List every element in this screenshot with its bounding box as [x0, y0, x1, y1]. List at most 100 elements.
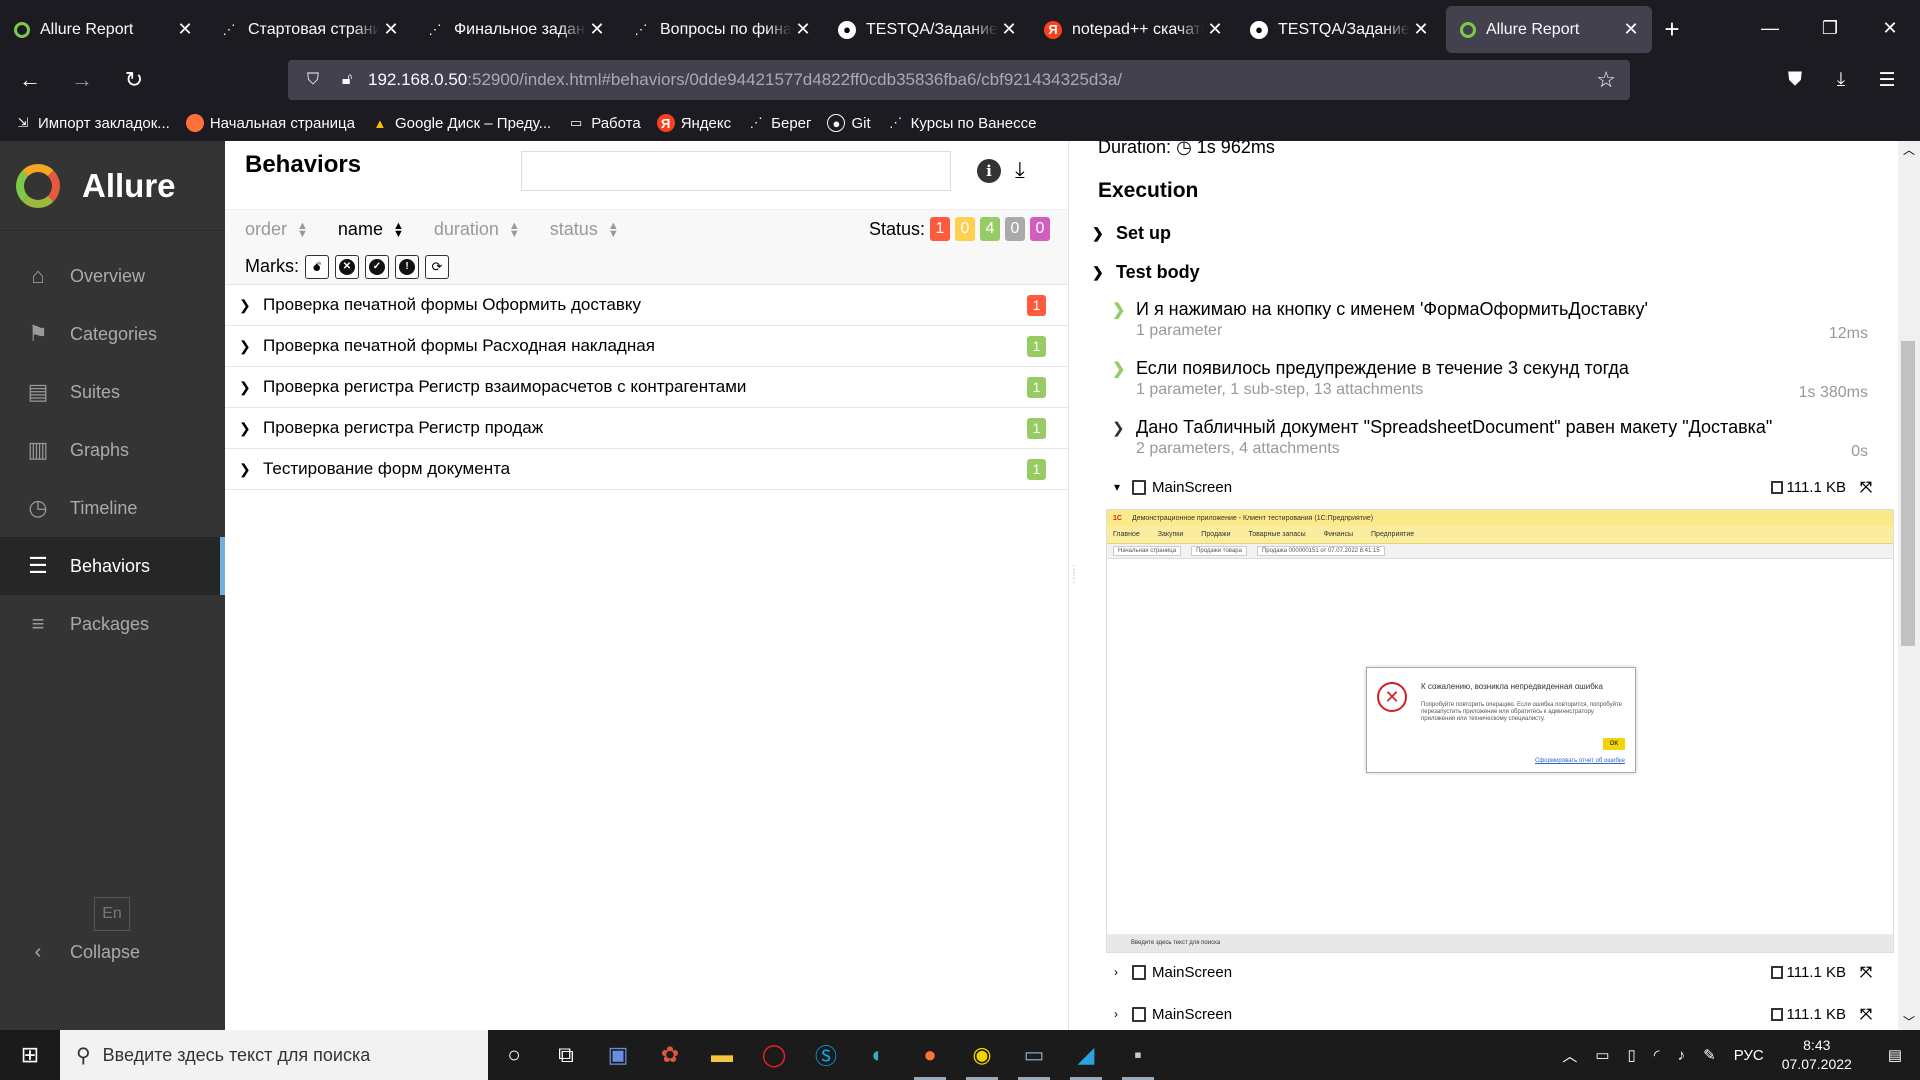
language-switch[interactable]: En: [94, 897, 130, 931]
input-language[interactable]: РУС: [1734, 1047, 1764, 1064]
skype-icon[interactable]: Ⓢ: [800, 1030, 852, 1080]
status-broken-badge[interactable]: 0: [955, 217, 975, 241]
sidebar-item-suites[interactable]: ▤ Suites: [0, 363, 225, 421]
attachment-item[interactable]: › MainScreen 111.1 KB ⤧: [1114, 959, 1886, 985]
close-tab-icon[interactable]: ✕: [1620, 19, 1642, 40]
sidebar-item-graphs[interactable]: ▥ Graphs: [0, 421, 225, 479]
step-item[interactable]: ❯ И я нажимаю на кнопку с именем 'ФормаОф…: [1112, 299, 1868, 342]
bookmark-item[interactable]: Я Яндекс: [656, 114, 731, 132]
battery-icon[interactable]: ▭: [1595, 1046, 1609, 1064]
browser-tab[interactable]: ⋰Стартовая страница✕: [206, 6, 412, 53]
new-tab-button[interactable]: +: [1652, 6, 1692, 53]
check-circle-mark-icon[interactable]: ✓: [365, 254, 389, 279]
downloads-icon[interactable]: ⤓: [1818, 56, 1864, 104]
app-icon[interactable]: ▣: [592, 1030, 644, 1080]
notifications-icon[interactable]: ▤: [1888, 1046, 1902, 1064]
tree-row[interactable]: ❯ Тестирование форм документа 1: [225, 449, 1068, 490]
tree-row[interactable]: ❯ Проверка печатной формы Оформить достав…: [225, 285, 1068, 326]
detail-scrollbar[interactable]: ︿ ﹀: [1898, 141, 1920, 1030]
pocket-icon[interactable]: ⛊: [1772, 56, 1818, 104]
bomb-mark-icon[interactable]: 💣︎: [305, 254, 329, 279]
status-passed-badge[interactable]: 4: [980, 217, 1000, 241]
firefox-icon[interactable]: ●: [904, 1030, 956, 1080]
pane-splitter[interactable]: ⋮ ⋮ ⋮: [1068, 141, 1079, 1030]
close-tab-icon[interactable]: ✕: [174, 19, 196, 40]
pen-icon[interactable]: ✎: [1703, 1046, 1716, 1064]
close-tab-icon[interactable]: ✕: [380, 19, 402, 40]
sort-status[interactable]: status ▲ ▼: [550, 219, 619, 240]
close-tab-icon[interactable]: ✕: [792, 19, 814, 40]
bookmark-item[interactable]: ⇲ Импорт закладок...: [14, 114, 170, 132]
browser-tab-active[interactable]: Allure Report ✕: [1446, 6, 1652, 53]
volume-icon[interactable]: ♪: [1678, 1047, 1686, 1064]
browser-tab[interactable]: Яnotepad++ скачать ✕: [1030, 6, 1236, 53]
1c-icon[interactable]: ◉: [956, 1030, 1008, 1080]
scroll-thumb[interactable]: [1901, 341, 1915, 646]
step-item[interactable]: ❯ Дано Табличный документ "SpreadsheetDoc…: [1112, 417, 1868, 460]
restore-icon[interactable]: ❐: [1800, 0, 1860, 56]
browser-tab[interactable]: Allure Report ✕: [0, 6, 206, 53]
terminal-icon[interactable]: ▪: [1112, 1030, 1164, 1080]
close-tab-icon[interactable]: ✕: [586, 19, 608, 40]
refresh-mark-icon[interactable]: ⟳: [425, 254, 449, 279]
chevron-up-icon[interactable]: ︿: [1562, 1045, 1577, 1066]
sidebar-item-overview[interactable]: ⌂ Overview: [0, 247, 225, 305]
scroll-down-icon[interactable]: ﹀: [1898, 1013, 1920, 1030]
collapse-button[interactable]: ‹ Collapse: [24, 941, 140, 964]
app-icon[interactable]: ✿: [644, 1030, 696, 1080]
close-tab-icon[interactable]: ✕: [1410, 19, 1432, 40]
sidebar-item-timeline[interactable]: ◷ Timeline: [0, 479, 225, 537]
bookmark-item[interactable]: ▭ Работа: [567, 114, 641, 132]
bookmark-item[interactable]: ⋰ Курсы по Ванессе: [887, 114, 1036, 132]
sidebar-item-categories[interactable]: ⚑ Categories: [0, 305, 225, 363]
url-bar[interactable]: ⛉ 🔓︎ 192.168.0.50:52900/index.html#behav…: [288, 60, 1630, 100]
bookmark-item[interactable]: Начальная страница: [185, 114, 355, 132]
tree-row[interactable]: ❯ Проверка печатной формы Расходная накла…: [225, 326, 1068, 367]
bookmark-star-icon[interactable]: ☆: [1596, 67, 1616, 93]
filter-input[interactable]: [521, 151, 951, 191]
windows-start-icon[interactable]: ⊞: [0, 1042, 60, 1068]
device-icon[interactable]: ▯: [1628, 1046, 1636, 1064]
test-body-section[interactable]: ❯ Test body: [1092, 262, 1200, 283]
tree-row[interactable]: ❯ Проверка регистра Регистр продаж 1: [225, 408, 1068, 449]
shield-icon[interactable]: ⛉: [300, 71, 326, 89]
close-tab-icon[interactable]: ✕: [998, 19, 1020, 40]
exclamation-mark-icon[interactable]: !: [395, 254, 419, 279]
sidebar-item-packages[interactable]: ≡ Packages: [0, 595, 225, 653]
minimize-icon[interactable]: —: [1740, 0, 1800, 56]
insecure-lock-icon[interactable]: 🔓︎: [334, 71, 360, 89]
taskbar-search[interactable]: ⚲ Введите здесь текст для поиска: [60, 1030, 488, 1080]
bookmark-item[interactable]: ▲ Google Диск – Преду...: [371, 114, 552, 132]
sort-duration[interactable]: duration ▲ ▼: [434, 219, 520, 240]
info-icon[interactable]: i: [977, 159, 1001, 183]
opera-icon[interactable]: ◯: [748, 1030, 800, 1080]
setup-section[interactable]: ❯ Set up: [1092, 223, 1171, 244]
allure-logo[interactable]: Allure: [0, 141, 225, 231]
browser-tab[interactable]: ●TESTQA/Задание 3.4✕: [824, 6, 1030, 53]
browser-tab[interactable]: ⋰Финальное задание✕: [412, 6, 618, 53]
status-unknown-badge[interactable]: 0: [1030, 217, 1050, 241]
clock[interactable]: 8:43 07.07.2022: [1782, 1036, 1870, 1074]
remote-desktop-icon[interactable]: ▭: [1008, 1030, 1060, 1080]
close-tab-icon[interactable]: ✕: [1204, 19, 1226, 40]
close-window-icon[interactable]: ✕: [1860, 0, 1920, 56]
sidebar-item-behaviors[interactable]: ☰ Behaviors: [0, 537, 225, 595]
file-explorer-icon[interactable]: ▬: [696, 1030, 748, 1080]
forward-icon[interactable]: →: [60, 60, 104, 100]
expand-icon[interactable]: ⤧: [1860, 964, 1872, 981]
status-skipped-badge[interactable]: 0: [1005, 217, 1025, 241]
wifi-icon[interactable]: ◜: [1654, 1046, 1660, 1064]
step-item[interactable]: ❯ Если появилось предупреждение в течение…: [1112, 358, 1868, 401]
download-icon[interactable]: ⤓: [1015, 157, 1025, 183]
menu-icon[interactable]: ☰: [1864, 56, 1910, 104]
sort-name[interactable]: name ▲ ▼: [338, 219, 404, 240]
edge-icon[interactable]: ◐: [852, 1030, 904, 1080]
times-circle-mark-icon[interactable]: ✕: [335, 254, 359, 279]
reload-icon[interactable]: ↻: [112, 60, 156, 100]
browser-tab[interactable]: ●TESTQA/Задание 3.4✕: [1236, 6, 1442, 53]
bookmark-item[interactable]: ⋰ Берег: [747, 114, 812, 132]
status-failed-badge[interactable]: 1: [930, 217, 950, 241]
bookmark-item[interactable]: ● Git: [827, 114, 871, 132]
expand-icon[interactable]: ⤧: [1860, 479, 1872, 496]
cortana-icon[interactable]: ○: [488, 1030, 540, 1080]
